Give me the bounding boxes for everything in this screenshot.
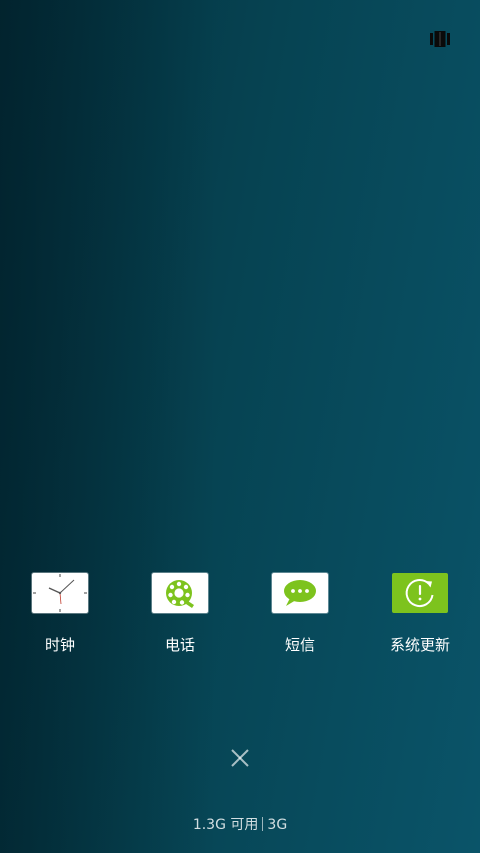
app-label: 电话 (164, 636, 195, 654)
close-icon (231, 749, 249, 767)
clear-all-button[interactable] (224, 742, 256, 774)
app-thumbnail (392, 573, 448, 613)
memory-available: 1.3G 可用 (192, 817, 259, 833)
app-label: 短信 (284, 636, 315, 654)
divider (262, 817, 264, 831)
recent-apps-list: 时钟 电话 短信 系统更新 (0, 572, 480, 662)
system-update-icon (405, 579, 434, 608)
recent-app-messages[interactable]: 短信 (240, 572, 360, 662)
app-label: 系统更新 (389, 636, 450, 654)
recents-view-toggle[interactable] (424, 26, 456, 52)
app-thumbnail (32, 573, 88, 613)
app-label: 时钟 (44, 636, 75, 654)
app-thumbnail (272, 573, 328, 613)
app-thumbnail (152, 573, 208, 613)
recent-app-phone[interactable]: 电话 (120, 572, 240, 662)
recents-grid-icon (430, 31, 450, 47)
memory-total: 3G (267, 817, 288, 833)
clock-icon (33, 574, 87, 612)
rotary-phone-icon (166, 580, 194, 608)
recent-app-system-update[interactable]: 系统更新 (360, 572, 480, 662)
message-bubble-icon (284, 580, 316, 606)
background (0, 0, 480, 853)
memory-status: 1.3G 可用 3G (0, 815, 480, 835)
recent-app-clock[interactable]: 时钟 (0, 572, 120, 662)
